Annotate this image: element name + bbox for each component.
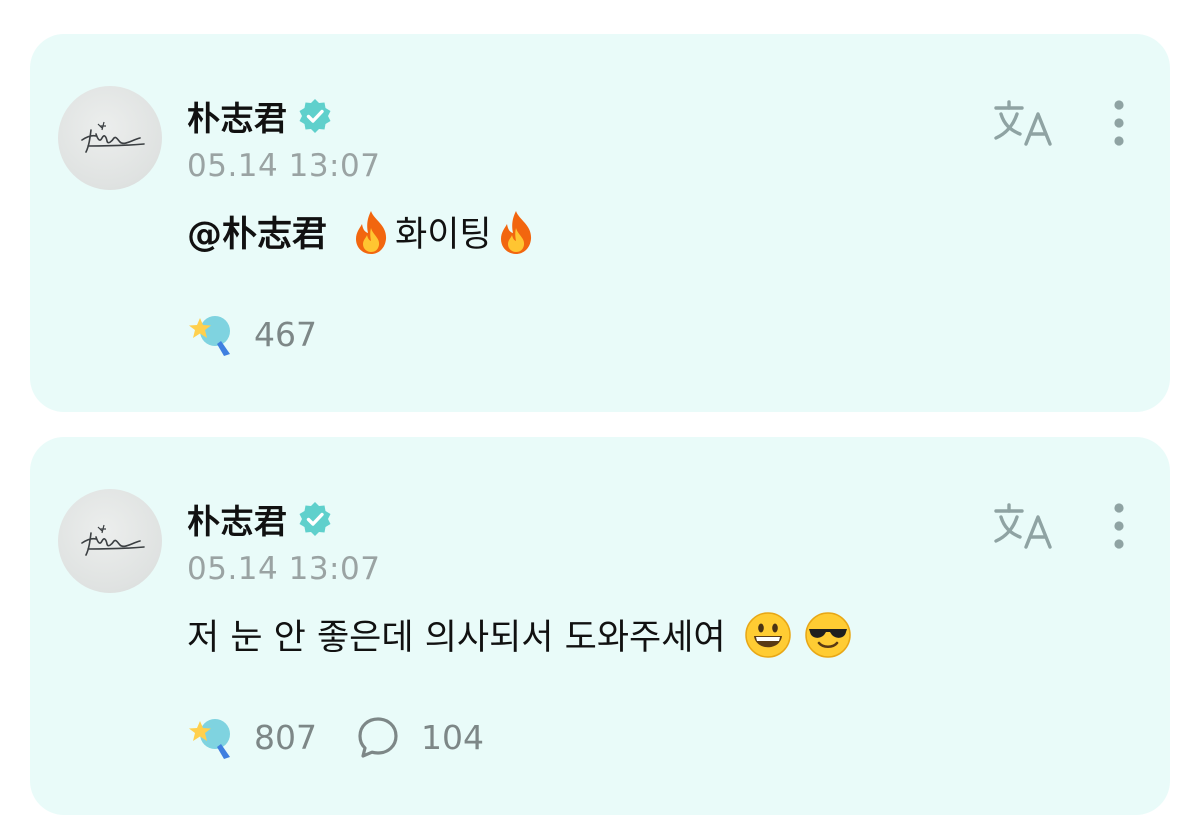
comment-card[interactable]: 朴志君 05.14 13:07 저 눈 안 좋은데 의사되서 도와주세여 807… bbox=[30, 437, 1170, 815]
comment-feed: 朴志君 05.14 13:07 @朴志君 화이팅 467 朴志君 05.14 1… bbox=[0, 0, 1200, 816]
comment-body: @朴志君 화이팅 bbox=[187, 206, 540, 257]
star-bulb-like-icon[interactable] bbox=[188, 713, 238, 761]
timestamp: 05.14 13:07 bbox=[187, 148, 381, 184]
comment-body: 저 눈 안 좋은데 의사되서 도와주세여 bbox=[187, 609, 852, 660]
author-row: 朴志君 bbox=[187, 92, 334, 140]
reaction-bar: 807 104 bbox=[188, 713, 484, 761]
translate-icon[interactable] bbox=[992, 98, 1056, 148]
timestamp: 05.14 13:07 bbox=[187, 551, 381, 587]
star-bulb-like-icon[interactable] bbox=[188, 310, 238, 358]
comment-text: 저 눈 안 좋은데 의사되서 도와주세여 bbox=[187, 618, 726, 658]
signature-avatar-image bbox=[81, 121, 145, 153]
author-name[interactable]: 朴志君 bbox=[187, 92, 288, 140]
like-count: 807 bbox=[254, 717, 317, 757]
mention-link[interactable]: @朴志君 bbox=[187, 206, 327, 257]
more-vertical-icon[interactable] bbox=[1108, 501, 1130, 551]
comment-bubble-icon[interactable] bbox=[355, 714, 401, 760]
verified-badge-icon bbox=[299, 99, 330, 133]
author-row: 朴志君 bbox=[187, 495, 334, 543]
comment-card[interactable]: 朴志君 05.14 13:07 @朴志君 화이팅 467 bbox=[30, 34, 1170, 412]
comment-count: 104 bbox=[421, 717, 484, 757]
translate-icon[interactable] bbox=[992, 501, 1056, 551]
author-name[interactable]: 朴志君 bbox=[187, 495, 288, 543]
fire-emoji bbox=[347, 208, 395, 256]
reaction-bar: 467 bbox=[188, 310, 317, 358]
avatar[interactable] bbox=[58, 86, 162, 190]
avatar[interactable] bbox=[58, 489, 162, 593]
more-vertical-icon[interactable] bbox=[1108, 98, 1130, 148]
like-count: 467 bbox=[254, 314, 317, 354]
fire-emoji bbox=[492, 208, 540, 256]
comment-text: 화이팅 bbox=[395, 215, 492, 255]
sunglasses-face-emoji bbox=[804, 611, 852, 659]
signature-avatar-image bbox=[81, 524, 145, 556]
verified-badge-icon bbox=[299, 502, 330, 536]
grinning-face-emoji bbox=[744, 611, 792, 659]
